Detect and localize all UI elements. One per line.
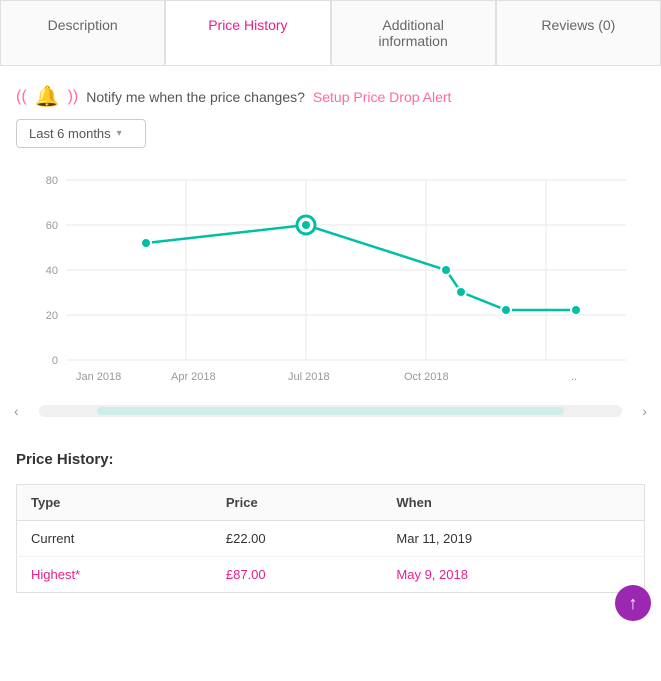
svg-text:40: 40 <box>46 265 58 277</box>
row-price: £87.00 <box>212 557 383 593</box>
bell-icon: 🔔 <box>35 84 60 109</box>
wave-right-icon: )) <box>68 88 79 106</box>
chart-point <box>141 238 151 248</box>
notify-bar: (( 🔔 )) Notify me when the price changes… <box>0 66 661 119</box>
svg-text:60: 60 <box>46 220 58 232</box>
svg-text:80: 80 <box>46 175 58 187</box>
price-history-section: Price History: Type Price When Current£2… <box>0 431 661 593</box>
table-row: Highest*£87.00May 9, 2018 <box>17 557 645 593</box>
scrollbar-thumb <box>97 407 564 415</box>
svg-text:Jan 2018: Jan 2018 <box>76 371 121 383</box>
horizontal-scrollbar[interactable] <box>39 405 623 417</box>
price-chart: 80 60 40 20 0 Jan 2018 Apr 2018 Jul 2018… <box>16 170 636 400</box>
price-history-table: Type Price When Current£22.00Mar 11, 201… <box>16 484 645 593</box>
row-type: Highest* <box>17 557 212 593</box>
tab-description[interactable]: Description <box>0 0 165 65</box>
row-when: May 9, 2018 <box>382 557 644 593</box>
svg-text:20: 20 <box>46 310 58 322</box>
chart-point <box>571 305 581 315</box>
scroll-left-arrow[interactable]: ‹ <box>10 403 23 419</box>
price-history-title: Price History: <box>16 451 645 468</box>
tab-additional-info[interactable]: Additional information <box>331 0 496 65</box>
chart-point <box>441 265 451 275</box>
setup-alert-link[interactable]: Setup Price Drop Alert <box>313 89 452 105</box>
svg-text:Jul 2018: Jul 2018 <box>288 371 330 383</box>
svg-text:0: 0 <box>52 355 58 367</box>
col-type: Type <box>17 485 212 521</box>
chart-point-inner <box>302 221 310 229</box>
col-when: When <box>382 485 644 521</box>
dropdown-wrapper: Last 6 months ▾ <box>0 119 661 160</box>
time-range-dropdown[interactable]: Last 6 months ▾ <box>16 119 146 148</box>
notify-text: Notify me when the price changes? <box>86 89 305 105</box>
table-row: Current£22.00Mar 11, 2019 <box>17 521 645 557</box>
scroll-to-top-button[interactable]: ↑ <box>615 585 651 621</box>
svg-text:Oct 2018: Oct 2018 <box>404 371 449 383</box>
svg-text:Apr 2018: Apr 2018 <box>171 371 216 383</box>
horizontal-scrollbar-container: ‹ › <box>0 403 661 431</box>
tab-reviews[interactable]: Reviews (0) <box>496 0 661 65</box>
chart-point <box>456 287 466 297</box>
chevron-down-icon: ▾ <box>117 128 122 139</box>
scroll-right-arrow[interactable]: › <box>638 403 651 419</box>
svg-text:..: .. <box>571 371 577 383</box>
col-price: Price <box>212 485 383 521</box>
row-price: £22.00 <box>212 521 383 557</box>
wave-left-icon: (( <box>16 88 27 106</box>
tab-bar: Description Price History Additional inf… <box>0 0 661 66</box>
chart-point <box>501 305 511 315</box>
dropdown-label: Last 6 months <box>29 126 111 141</box>
row-when: Mar 11, 2019 <box>382 521 644 557</box>
tab-price-history[interactable]: Price History <box>165 0 330 65</box>
row-type: Current <box>17 521 212 557</box>
chart-container: 80 60 40 20 0 Jan 2018 Apr 2018 Jul 2018… <box>0 160 661 403</box>
